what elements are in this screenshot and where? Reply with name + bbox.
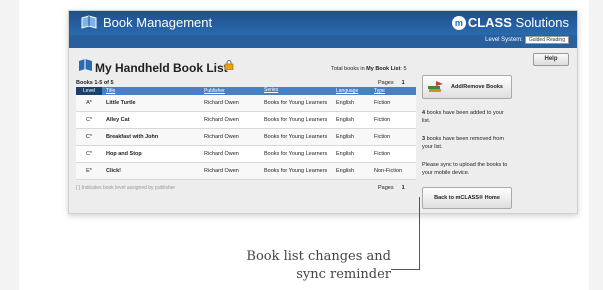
cell-series: Books for Young Learners [264, 134, 328, 140]
cell-publisher: Richard Owen [204, 134, 239, 140]
pages-bottom: Pages 1 [378, 185, 405, 191]
cell-title: Click! [106, 168, 121, 174]
cell-title: Breakfast with John [106, 134, 159, 140]
cell-publisher: Richard Owen [204, 168, 239, 174]
table-row[interactable]: A* Little Turtle Richard Owen Books for … [76, 95, 416, 112]
page-title: My Handheld Book List [95, 61, 228, 75]
cell-language: English [336, 151, 355, 157]
callout-caption: Book list changes and sync reminder [246, 249, 391, 282]
sub-header: Level System: Guided Reading [69, 35, 577, 48]
cell-language: English [336, 168, 355, 174]
cell-type: Non-Fiction [374, 168, 403, 174]
add-remove-books-label: Add/Remove Books [451, 84, 503, 90]
pages-top: Pages 1 [378, 80, 405, 86]
brand-logo: m CLASS Solutions [451, 15, 569, 30]
help-button[interactable]: Help [533, 53, 569, 66]
added-message: 4 books have been added to your list. [422, 110, 504, 124]
sync-message: Please sync to upload the books to your … [422, 162, 508, 176]
cell-type: Fiction [374, 151, 391, 157]
col-series[interactable]: Series [264, 87, 336, 95]
cell-language: English [336, 134, 355, 140]
add-remove-books-button[interactable]: Add/Remove Books [422, 75, 512, 99]
add-remove-books-icon [428, 81, 443, 92]
table-row[interactable]: C* Hop and Stop Richard Owen Books for Y… [76, 146, 416, 163]
app-title: Book Management [103, 15, 213, 30]
app-screenshot: Book Management m CLASS Solutions Level S… [68, 10, 578, 214]
cell-publisher: Richard Owen [204, 151, 239, 157]
cell-type: Fiction [374, 100, 391, 106]
cell-series: Books for Young Learners [264, 100, 328, 106]
cell-type: Fiction [374, 117, 391, 123]
level-system: Level System: Guided Reading [485, 36, 569, 44]
app-header: Book Management m CLASS Solutions [69, 11, 577, 35]
cell-publisher: Richard Owen [204, 100, 239, 106]
cell-level: C* [85, 151, 93, 157]
col-type[interactable]: Type [374, 87, 416, 95]
removed-message: 3 books have been removed from your list… [422, 136, 504, 150]
cell-series: Books for Young Learners [264, 117, 328, 123]
col-title[interactable]: Title [102, 87, 204, 95]
callout-line-horizontal [391, 269, 420, 270]
col-language[interactable]: Language [336, 87, 374, 95]
total-books: Total books in My Book List: 5 [331, 66, 407, 72]
cell-title: Alley Cat [106, 117, 130, 123]
books-range: Books 1-5 of 5 [76, 80, 114, 86]
table-row[interactable]: E* Click! Richard Owen Books for Young L… [76, 163, 416, 180]
cell-level: C* [85, 134, 93, 140]
book-list-icon [79, 59, 92, 71]
back-home-button[interactable]: Back to mCLASS® Home [422, 187, 512, 209]
cell-level: A* [86, 100, 92, 106]
col-publisher[interactable]: Publisher [204, 87, 264, 95]
col-level[interactable]: Level [76, 87, 102, 95]
cell-type: Fiction [374, 134, 391, 140]
cell-title: Little Turtle [106, 100, 136, 106]
book-table: Level Title Publisher Series Language Ty… [76, 87, 416, 180]
cell-title: Hop and Stop [106, 151, 142, 157]
cell-language: English [336, 117, 355, 123]
table-header: Level Title Publisher Series Language Ty… [76, 87, 416, 95]
cell-language: English [336, 100, 355, 106]
book-icon [81, 15, 97, 29]
side-panel: Add/Remove Books 4 books have been added… [422, 75, 512, 209]
lock-icon [224, 60, 234, 70]
slide-frame: Book Management m CLASS Solutions Level S… [19, 0, 589, 290]
footnote: [ ] Indicates book level assigned by pub… [76, 185, 176, 191]
table-body: A* Little Turtle Richard Owen Books for … [76, 95, 416, 180]
cell-level: E* [86, 168, 92, 174]
callout-line [419, 197, 420, 269]
cell-series: Books for Young Learners [264, 168, 328, 174]
cell-level: C* [85, 117, 93, 123]
table-row[interactable]: C* Alley Cat Richard Owen Books for Youn… [76, 112, 416, 129]
cell-series: Books for Young Learners [264, 151, 328, 157]
cell-publisher: Richard Owen [204, 117, 239, 123]
level-system-select[interactable]: Guided Reading [524, 36, 569, 44]
table-row[interactable]: C* Breakfast with John Richard Owen Book… [76, 129, 416, 146]
